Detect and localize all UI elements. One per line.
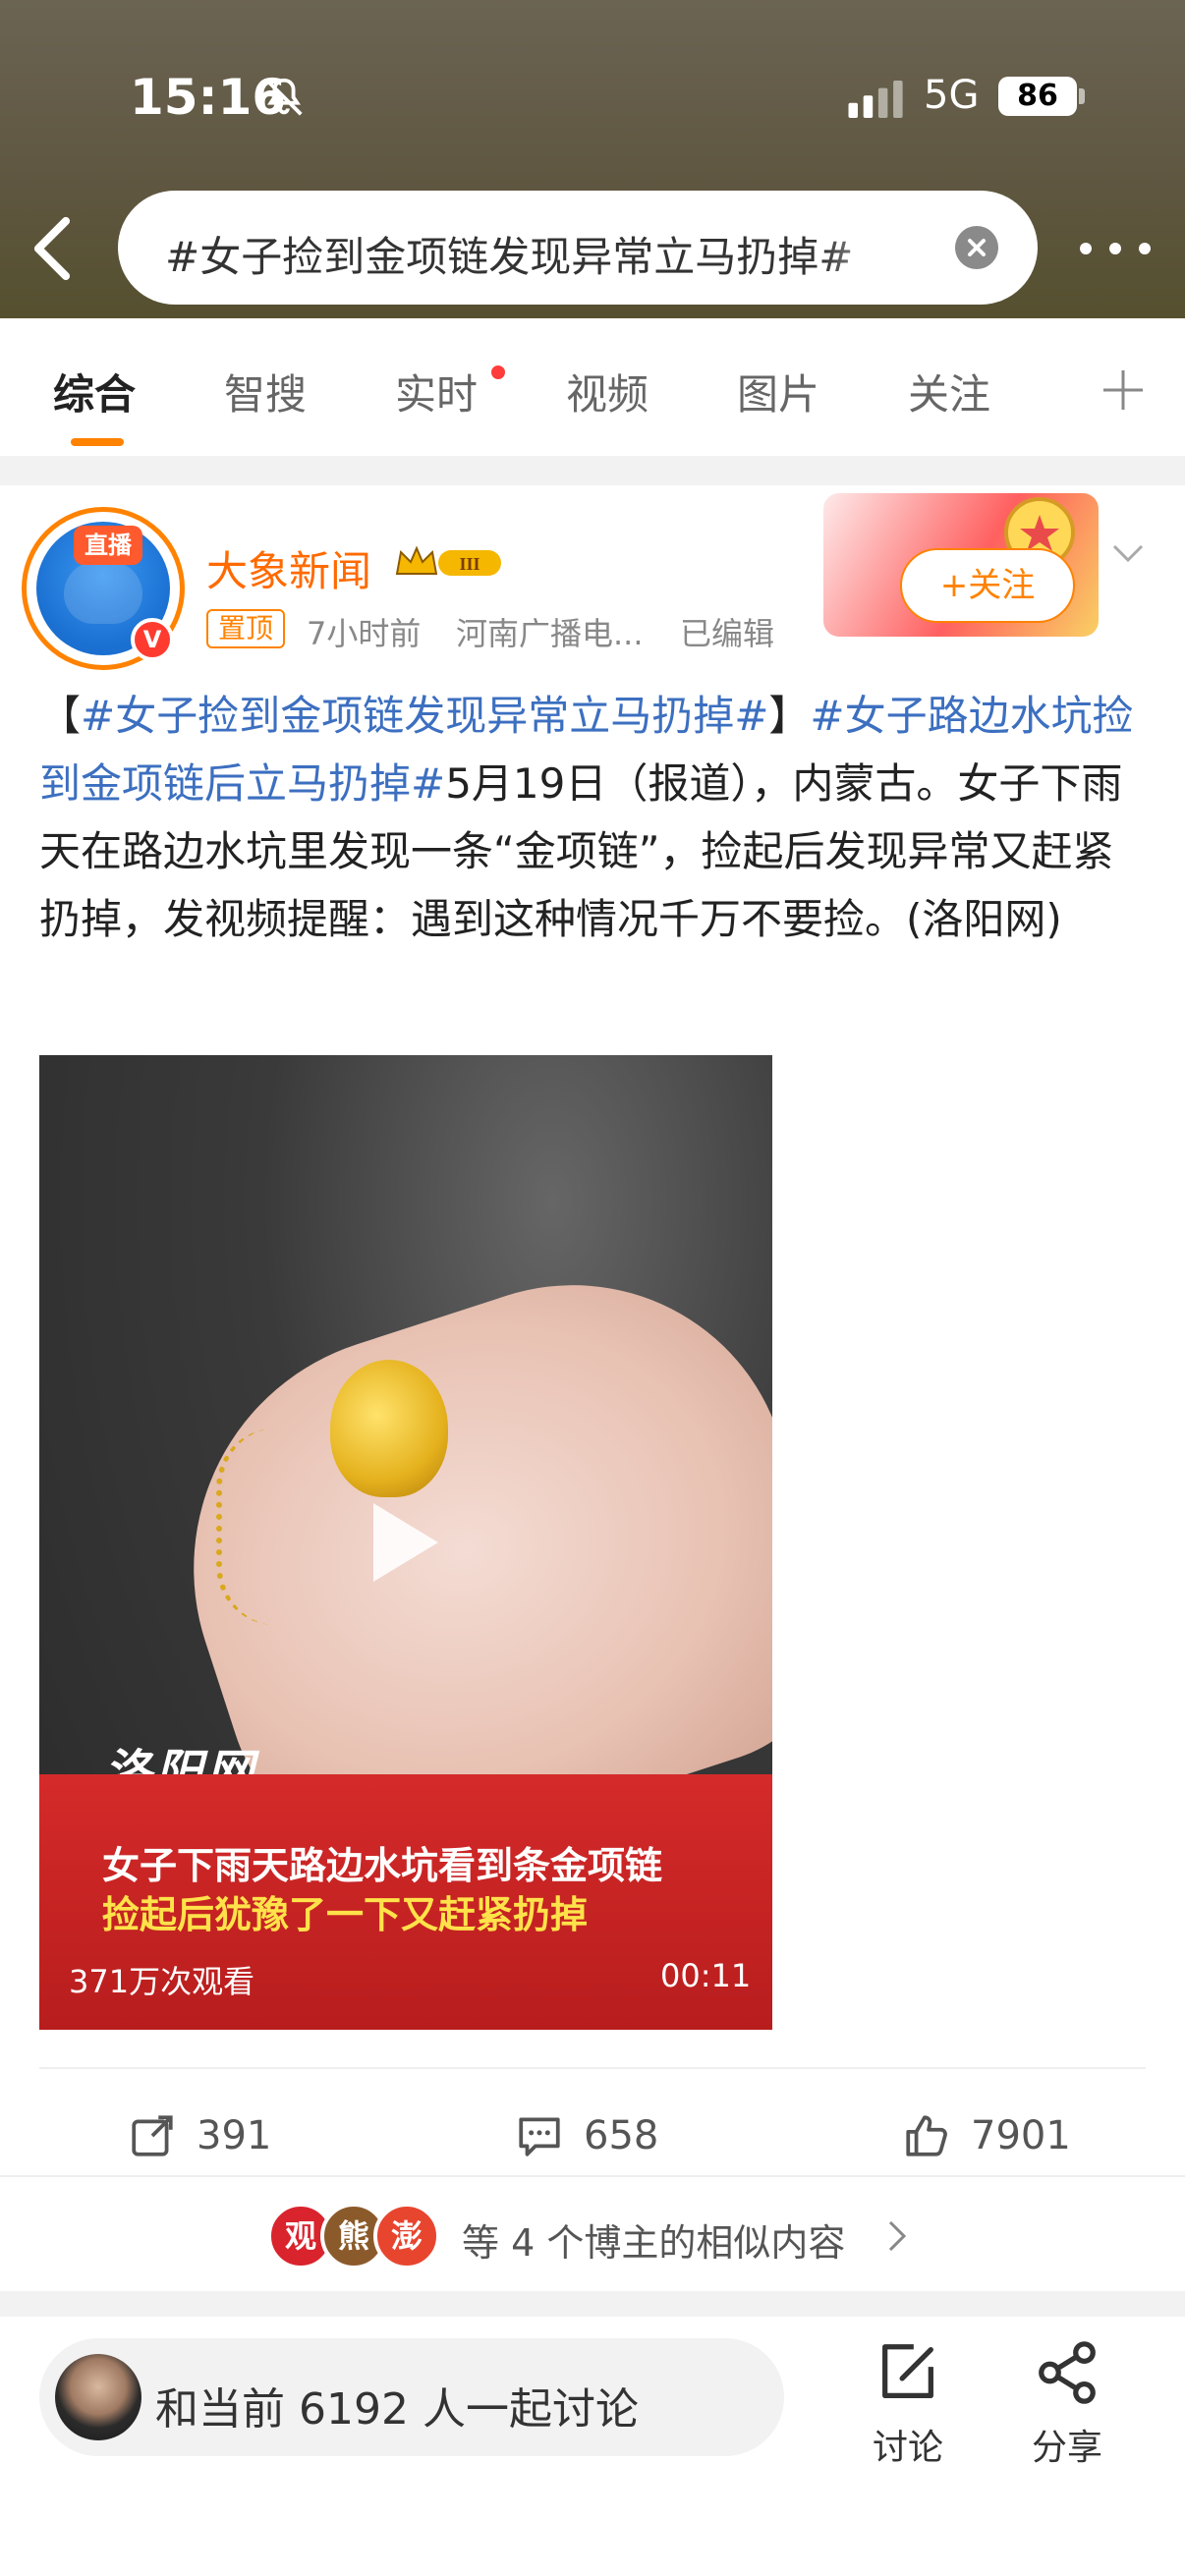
similar-content-text[interactable]: 等 4 个博主的相似内容 bbox=[462, 2212, 845, 2267]
pinned-badge: 置顶 bbox=[206, 609, 286, 648]
repost-count: 391 bbox=[197, 2113, 272, 2158]
discussion-placeholder: 和当前 6192 人一起讨论 bbox=[155, 2384, 639, 2435]
battery-icon: 86 bbox=[998, 77, 1077, 116]
network-type: 5G bbox=[924, 73, 980, 118]
search-tabs: 综合 智搜 实时 视频 图片 关注 bbox=[0, 318, 1185, 456]
share-label: 分享 bbox=[1031, 2428, 1102, 2468]
clear-search-icon[interactable] bbox=[955, 226, 998, 269]
post-source: 河南广播电... bbox=[456, 615, 644, 652]
similar-avatar-3: 澎 bbox=[373, 2203, 440, 2269]
post-time: 7小时前 bbox=[307, 615, 422, 652]
video-duration: 00:11 bbox=[660, 1957, 752, 1994]
realtime-notification-dot bbox=[491, 365, 505, 379]
signal-icon bbox=[848, 81, 903, 118]
action-divider bbox=[39, 2067, 1146, 2069]
bottom-action-bar: 和当前 6192 人一起讨论 讨论 分享 bbox=[0, 2317, 1185, 2576]
post-body: 【#女子捡到金项链发现异常立马扔掉#】#女子路边水坑捡到金项链后立马扔掉#5月1… bbox=[39, 682, 1150, 953]
tab-realtime[interactable]: 实时 bbox=[395, 362, 478, 421]
hashtag-link-1[interactable]: #女子捡到金项链发现异常立马扔掉# bbox=[81, 692, 768, 740]
share-icon bbox=[1039, 2341, 1096, 2404]
user-avatar bbox=[55, 2354, 141, 2440]
bracket-close: 】 bbox=[768, 692, 811, 740]
more-options-icon[interactable] bbox=[1071, 224, 1159, 273]
comment-icon bbox=[519, 2117, 560, 2156]
discuss-label: 讨论 bbox=[872, 2428, 943, 2468]
like-count: 7901 bbox=[971, 2113, 1071, 2158]
comment-count: 658 bbox=[584, 2113, 659, 2158]
svg-text:III: III bbox=[459, 554, 480, 574]
follow-button[interactable]: +关注 bbox=[900, 548, 1075, 623]
battery-level: 86 bbox=[1017, 79, 1058, 113]
similar-content-row[interactable]: 观 熊 澎 等 4 个博主的相似内容 bbox=[0, 2177, 1185, 2291]
compose-icon bbox=[882, 2344, 933, 2398]
back-arrow-icon[interactable] bbox=[28, 214, 77, 283]
chevron-down-icon[interactable] bbox=[1108, 538, 1148, 568]
video-frame-pendant bbox=[330, 1360, 448, 1497]
video-view-count: 371万次观看 bbox=[69, 1963, 255, 2000]
thumbs-up-icon bbox=[906, 2115, 947, 2156]
search-bar[interactable]: #女子捡到金项链发现异常立马扔掉# bbox=[118, 191, 1038, 305]
top-header: 15:16 5G 86 #女子捡到金项链发现异常立马扔掉# bbox=[0, 0, 1185, 318]
like-button[interactable]: 7901 bbox=[902, 2097, 1071, 2175]
post-card: 直播 V 大象新闻 III 置顶 7小时前 河南广播电... 已编辑 +关注 【… bbox=[0, 485, 1185, 2293]
chevron-right-icon bbox=[888, 2220, 907, 2252]
discuss-button[interactable]: 讨论 bbox=[849, 2338, 967, 2470]
mute-bell-icon bbox=[265, 78, 303, 116]
add-tab-icon[interactable] bbox=[1099, 365, 1148, 415]
tab-smart-search[interactable]: 智搜 bbox=[224, 362, 307, 421]
tab-video[interactable]: 视频 bbox=[566, 362, 649, 421]
video-caption-banner: 女子下雨天路边水坑看到条金项链 捡起后犹豫了一下又赶紧扔掉 371万次观看 00… bbox=[39, 1774, 772, 2030]
tab-images[interactable]: 图片 bbox=[737, 362, 819, 421]
search-query[interactable]: #女子捡到金项链发现异常立马扔掉# bbox=[165, 224, 912, 284]
tab-following[interactable]: 关注 bbox=[908, 362, 990, 421]
tab-comprehensive[interactable]: 综合 bbox=[53, 362, 136, 421]
battery-tip bbox=[1079, 88, 1085, 104]
repost-icon bbox=[132, 2115, 173, 2156]
crown-level-icon: III bbox=[395, 545, 501, 576]
bracket-open: 【 bbox=[39, 692, 82, 740]
edited-label: 已编辑 bbox=[680, 615, 775, 652]
play-icon[interactable] bbox=[373, 1503, 438, 1582]
author-avatar[interactable]: 直播 V bbox=[22, 507, 185, 670]
repost-button[interactable]: 391 bbox=[128, 2097, 271, 2175]
video-caption-line2: 捡起后犹豫了一下又赶紧扔掉 bbox=[102, 1893, 589, 1936]
live-badge: 直播 bbox=[74, 526, 142, 565]
section-gap bbox=[0, 456, 1185, 485]
discussion-input[interactable]: 和当前 6192 人一起讨论 bbox=[39, 2338, 784, 2456]
comment-button[interactable]: 658 bbox=[515, 2097, 658, 2175]
share-button[interactable]: 分享 bbox=[1008, 2338, 1126, 2470]
similar-bloggers-avatars: 观 熊 澎 bbox=[267, 2203, 444, 2269]
active-tab-indicator bbox=[71, 438, 124, 446]
section-gap-bottom bbox=[0, 2291, 1185, 2317]
video-frame-chain bbox=[216, 1428, 344, 1625]
verified-badge: V bbox=[131, 618, 174, 661]
avatar-logo-shape bbox=[64, 561, 142, 624]
video-caption-line1: 女子下雨天路边水坑看到条金项链 bbox=[102, 1844, 663, 1887]
video-player[interactable]: 洛阳网 女子下雨天路边水坑看到条金项链 捡起后犹豫了一下又赶紧扔掉 371万次观… bbox=[39, 1055, 772, 2030]
status-bar: 15:16 5G 86 bbox=[0, 0, 1185, 187]
author-name[interactable]: 大象新闻 bbox=[206, 538, 371, 598]
